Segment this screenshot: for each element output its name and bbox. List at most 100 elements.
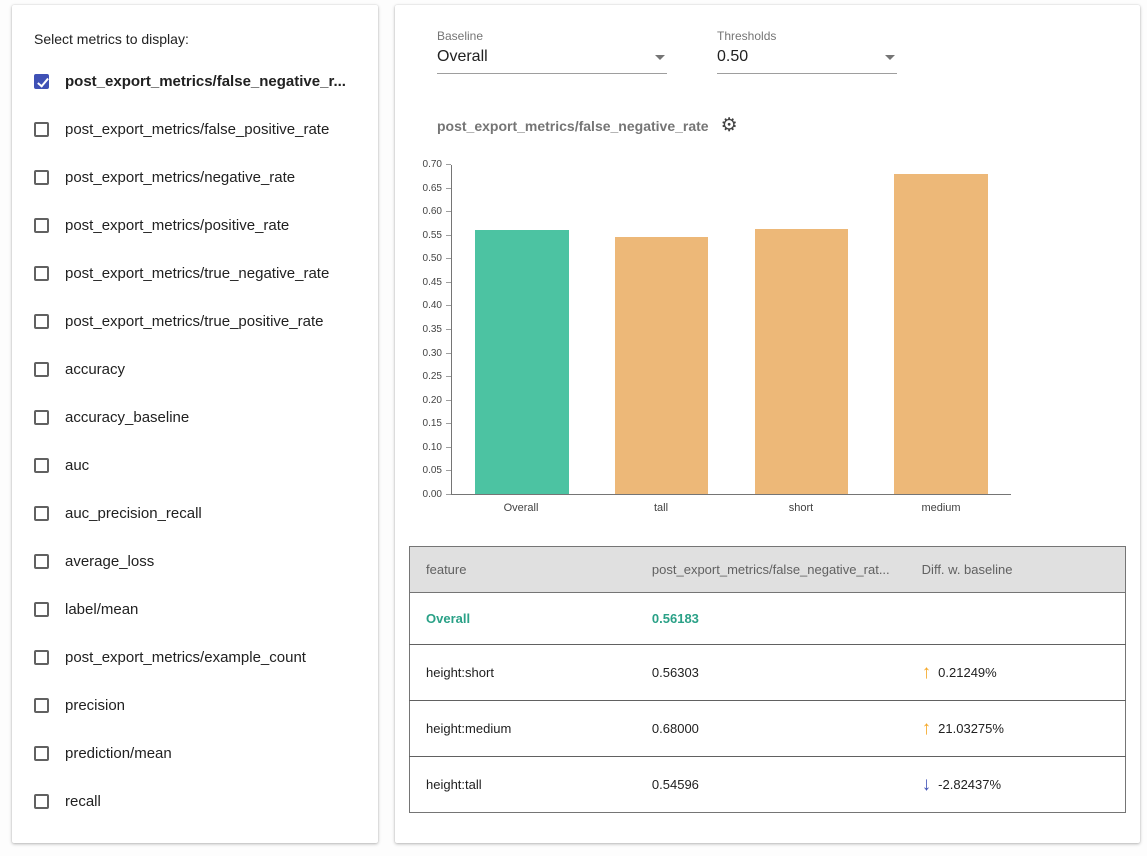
arrow-up-icon: ↑ (922, 663, 932, 682)
y-axis-tick-label: 0.20 (423, 396, 442, 406)
y-axis-tick-label: 0.50 (423, 254, 442, 264)
checkbox-unchecked-icon[interactable] (34, 698, 49, 713)
metric-checkbox-item[interactable]: post_export_metrics/false_positive_rate (34, 105, 366, 153)
metric-checkbox-item[interactable]: label/mean (34, 585, 366, 633)
checkbox-unchecked-icon[interactable] (34, 554, 49, 569)
metric-checkbox-item[interactable]: auc_precision_recall (34, 489, 366, 537)
thresholds-dropdown-value: 0.50 (717, 48, 748, 66)
feature-cell: height:short (410, 645, 636, 701)
table-row: height:tall0.54596↓-2.82437% (410, 757, 1126, 813)
chevron-down-icon (885, 55, 895, 60)
value-cell: 0.68000 (636, 701, 906, 757)
metric-checkbox-item[interactable]: post_export_metrics/false_negative_r... (34, 57, 366, 105)
metric-label: average_loss (65, 553, 154, 570)
metric-label: label/mean (65, 601, 138, 618)
checkbox-unchecked-icon[interactable] (34, 266, 49, 281)
x-axis-label: tall (591, 502, 731, 514)
checkbox-unchecked-icon[interactable] (34, 122, 49, 137)
checkbox-unchecked-icon[interactable] (34, 314, 49, 329)
feature-cell: height:medium (410, 701, 636, 757)
checkbox-unchecked-icon[interactable] (34, 506, 49, 521)
diff-value: 21.03275% (938, 721, 1004, 736)
metric-label: accuracy_baseline (65, 409, 189, 426)
metrics-display-panel: Baseline Overall Thresholds 0.50 post_ex… (395, 5, 1140, 843)
metric-checkbox-item[interactable]: recall (34, 777, 366, 825)
chart-title: post_export_metrics/false_negative_rate (437, 118, 709, 134)
plot-area (451, 165, 1011, 495)
chart-header: post_export_metrics/false_negative_rate … (437, 116, 1126, 135)
metric-checkbox-item[interactable]: average_loss (34, 537, 366, 585)
metric-checkbox-item[interactable]: precision (34, 681, 366, 729)
metric-select-panel: Select metrics to display: post_export_m… (12, 5, 378, 843)
x-axis-label: short (731, 502, 871, 514)
bar-short[interactable] (755, 229, 849, 494)
checkbox-unchecked-icon[interactable] (34, 410, 49, 425)
metric-checkbox-item[interactable]: post_export_metrics/positive_rate (34, 201, 366, 249)
y-axis-tick-label: 0.55 (423, 231, 442, 241)
metric-list: post_export_metrics/false_negative_r...p… (34, 57, 366, 825)
y-axis-tick-label: 0.25 (423, 372, 442, 382)
baseline-dropdown-value-row[interactable]: Overall (437, 48, 667, 74)
checkbox-unchecked-icon[interactable] (34, 794, 49, 809)
checkbox-unchecked-icon[interactable] (34, 746, 49, 761)
y-axis-tick-label: 0.35 (423, 325, 442, 335)
thresholds-dropdown-value-row[interactable]: 0.50 (717, 48, 897, 74)
metric-label: post_export_metrics/false_positive_rate (65, 121, 329, 138)
y-axis-tick-label: 0.45 (423, 278, 442, 288)
checkbox-unchecked-icon[interactable] (34, 458, 49, 473)
metric-checkbox-item[interactable]: prediction/mean (34, 729, 366, 777)
bar-tall[interactable] (615, 237, 709, 494)
y-axis: 0.000.050.100.150.200.250.300.350.400.45… (413, 165, 451, 495)
y-axis-tick-label: 0.00 (423, 490, 442, 500)
diff-inner: ↑0.21249% (922, 663, 1109, 682)
metric-select-title: Select metrics to display: (34, 31, 366, 47)
table-header-cell: Diff. w. baseline (906, 547, 1126, 593)
table-row: height:short0.56303 ↑0.21249% (410, 645, 1126, 701)
metric-checkbox-item[interactable]: auc (34, 441, 366, 489)
checkbox-unchecked-icon[interactable] (34, 602, 49, 617)
y-axis-tick-label: 0.05 (423, 466, 442, 476)
metric-label: post_export_metrics/true_positive_rate (65, 313, 323, 330)
metric-label: post_export_metrics/true_negative_rate (65, 265, 329, 282)
x-axis-label: Overall (451, 502, 591, 514)
plot-row: 0.000.050.100.150.200.250.300.350.400.45… (413, 165, 1126, 495)
diff-cell: ↑ 21.03275% (906, 701, 1126, 757)
bar-medium[interactable] (894, 174, 988, 494)
metric-checkbox-item[interactable]: post_export_metrics/example_count (34, 633, 366, 681)
checkbox-unchecked-icon[interactable] (34, 650, 49, 665)
y-axis-tick-label: 0.70 (423, 160, 442, 170)
metric-checkbox-item[interactable]: post_export_metrics/true_positive_rate (34, 297, 366, 345)
feature-cell: height:tall (410, 757, 636, 813)
y-axis-tick-label: 0.65 (423, 184, 442, 194)
checkbox-unchecked-icon[interactable] (34, 362, 49, 377)
checkbox-unchecked-icon[interactable] (34, 170, 49, 185)
baseline-dropdown[interactable]: Baseline Overall (437, 29, 667, 74)
fairness-metrics-app: Select metrics to display: post_export_m… (0, 0, 1147, 843)
y-axis-tick-label: 0.15 (423, 419, 442, 429)
table-header-cell: feature (410, 547, 636, 593)
value-cell: 0.56183 (636, 593, 906, 645)
thresholds-dropdown-label: Thresholds (717, 29, 897, 43)
table-row: Overall0.56183 (410, 593, 1126, 645)
metric-checkbox-item[interactable]: accuracy (34, 345, 366, 393)
metric-checkbox-item[interactable]: accuracy_baseline (34, 393, 366, 441)
checkbox-checked-icon[interactable] (34, 74, 49, 89)
value-cell: 0.56303 (636, 645, 906, 701)
metric-label: accuracy (65, 361, 125, 378)
metric-checkbox-item[interactable]: post_export_metrics/negative_rate (34, 153, 366, 201)
feature-cell: Overall (410, 593, 636, 645)
baseline-dropdown-value: Overall (437, 48, 488, 66)
checkbox-unchecked-icon[interactable] (34, 218, 49, 233)
metric-label: precision (65, 697, 125, 714)
bar-Overall[interactable] (475, 230, 569, 494)
metric-label: post_export_metrics/negative_rate (65, 169, 295, 186)
table-body: Overall0.56183height:short0.56303 ↑0.2124… (410, 593, 1126, 813)
x-axis-label: medium (871, 502, 1011, 514)
table-row: height:medium0.68000 ↑ 21.03275% (410, 701, 1126, 757)
bar-slot (592, 165, 732, 494)
metric-checkbox-item[interactable]: post_export_metrics/true_negative_rate (34, 249, 366, 297)
metric-label: post_export_metrics/false_negative_r... (65, 73, 346, 90)
gear-icon[interactable]: ⚙ (721, 116, 738, 135)
thresholds-dropdown[interactable]: Thresholds 0.50 (717, 29, 897, 74)
arrow-up-icon: ↑ (922, 719, 932, 738)
